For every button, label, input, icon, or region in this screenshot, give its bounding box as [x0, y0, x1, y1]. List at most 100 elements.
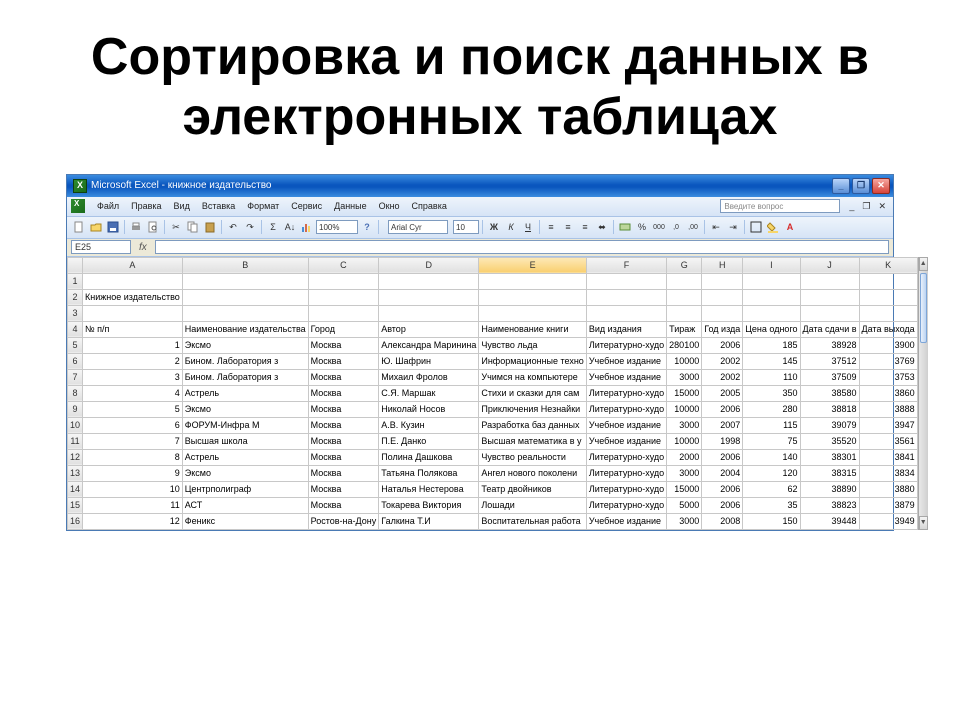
col-header-J[interactable]: J: [800, 257, 859, 273]
cell[interactable]: 3900: [859, 337, 917, 353]
cell[interactable]: Литературно-худо: [586, 481, 666, 497]
cell[interactable]: 3947: [859, 417, 917, 433]
cell[interactable]: [667, 289, 702, 305]
cell[interactable]: Москва: [308, 433, 379, 449]
cell[interactable]: Цена одного: [743, 321, 800, 337]
cell[interactable]: 2006: [702, 337, 743, 353]
cell[interactable]: 12: [83, 513, 183, 529]
cell[interactable]: Воспитательная работа: [479, 513, 586, 529]
font-select[interactable]: Arial Cyr: [388, 220, 448, 234]
help-icon[interactable]: ?: [359, 219, 375, 235]
cell[interactable]: 5000: [667, 497, 702, 513]
cell[interactable]: АСТ: [182, 497, 308, 513]
cell[interactable]: 38890: [800, 481, 859, 497]
cell[interactable]: 5: [83, 401, 183, 417]
cell[interactable]: 15000: [667, 385, 702, 401]
cell[interactable]: 140: [743, 449, 800, 465]
cell[interactable]: 350: [743, 385, 800, 401]
row-header[interactable]: 2: [68, 289, 83, 305]
cell[interactable]: 4: [83, 385, 183, 401]
cell[interactable]: 62: [743, 481, 800, 497]
borders-icon[interactable]: [748, 219, 764, 235]
row-header[interactable]: 6: [68, 353, 83, 369]
inc-indent-icon[interactable]: ⇥: [725, 219, 741, 235]
cell[interactable]: Вид издания: [586, 321, 666, 337]
cell[interactable]: Эксмо: [182, 465, 308, 481]
cell[interactable]: Приключения Незнайки: [479, 401, 586, 417]
underline-icon[interactable]: Ч: [520, 219, 536, 235]
cell[interactable]: Чувство реальности: [479, 449, 586, 465]
cell[interactable]: [702, 289, 743, 305]
redo-icon[interactable]: ↷: [242, 219, 258, 235]
cell[interactable]: Дата сдачи в: [800, 321, 859, 337]
cell[interactable]: 7: [83, 433, 183, 449]
cell[interactable]: Книжное издательство: [83, 289, 183, 305]
scroll-thumb[interactable]: [920, 273, 927, 343]
excel-doc-icon[interactable]: [71, 199, 85, 213]
row-header[interactable]: 4: [68, 321, 83, 337]
cell[interactable]: Высшая математика в у: [479, 433, 586, 449]
cell[interactable]: [586, 305, 666, 321]
cell[interactable]: 2004: [702, 465, 743, 481]
cell[interactable]: Автор: [379, 321, 479, 337]
cell[interactable]: 38818: [800, 401, 859, 417]
cell[interactable]: Москва: [308, 497, 379, 513]
cell[interactable]: Стихи и сказки для сам: [479, 385, 586, 401]
cell[interactable]: 10000: [667, 433, 702, 449]
cell[interactable]: Дата выхода: [859, 321, 917, 337]
menu-format[interactable]: Формат: [241, 199, 285, 213]
menu-window[interactable]: Окно: [373, 199, 406, 213]
cell[interactable]: Наименование книги: [479, 321, 586, 337]
cell[interactable]: 75: [743, 433, 800, 449]
cell[interactable]: 2005: [702, 385, 743, 401]
cell[interactable]: [479, 273, 586, 289]
save-icon[interactable]: [105, 219, 121, 235]
font-color-icon[interactable]: A: [782, 219, 798, 235]
menu-file[interactable]: Файл: [91, 199, 125, 213]
cell[interactable]: [308, 273, 379, 289]
chart-icon[interactable]: [299, 219, 315, 235]
align-left-icon[interactable]: ≡: [543, 219, 559, 235]
cell[interactable]: 3: [83, 369, 183, 385]
font-size-select[interactable]: 10: [453, 220, 479, 234]
cell[interactable]: Москва: [308, 337, 379, 353]
cell[interactable]: 3834: [859, 465, 917, 481]
cell[interactable]: Учимся на компьютере: [479, 369, 586, 385]
cell[interactable]: Астрель: [182, 449, 308, 465]
cell[interactable]: 2002: [702, 353, 743, 369]
cell[interactable]: 6: [83, 417, 183, 433]
cell[interactable]: [667, 305, 702, 321]
cell[interactable]: Литературно-худо: [586, 401, 666, 417]
new-icon[interactable]: [71, 219, 87, 235]
cell[interactable]: [379, 305, 479, 321]
col-header-K[interactable]: K: [859, 257, 917, 273]
cell[interactable]: [800, 289, 859, 305]
row-header[interactable]: 15: [68, 497, 83, 513]
cell[interactable]: [308, 305, 379, 321]
cell[interactable]: ФОРУМ-Инфра М: [182, 417, 308, 433]
cell[interactable]: Учебное издание: [586, 353, 666, 369]
cell[interactable]: [83, 273, 183, 289]
cell[interactable]: Татьяна Полякова: [379, 465, 479, 481]
row-header[interactable]: 16: [68, 513, 83, 529]
row-header[interactable]: 3: [68, 305, 83, 321]
cell[interactable]: 1: [83, 337, 183, 353]
cell[interactable]: 2006: [702, 481, 743, 497]
align-right-icon[interactable]: ≡: [577, 219, 593, 235]
autosum-icon[interactable]: Σ: [265, 219, 281, 235]
cell[interactable]: [743, 289, 800, 305]
cell[interactable]: [586, 273, 666, 289]
cell[interactable]: 10000: [667, 353, 702, 369]
cell[interactable]: [702, 305, 743, 321]
inc-decimal-icon[interactable]: ,0: [668, 219, 684, 235]
zoom-input[interactable]: 100%: [316, 220, 358, 234]
menu-data[interactable]: Данные: [328, 199, 373, 213]
cell[interactable]: Центрполиграф: [182, 481, 308, 497]
cell[interactable]: С.Я. Маршак: [379, 385, 479, 401]
fx-icon[interactable]: fx: [139, 242, 147, 253]
cell[interactable]: Астрель: [182, 385, 308, 401]
align-center-icon[interactable]: ≡: [560, 219, 576, 235]
cell[interactable]: 2: [83, 353, 183, 369]
cell[interactable]: Москва: [308, 369, 379, 385]
cell[interactable]: Феникс: [182, 513, 308, 529]
